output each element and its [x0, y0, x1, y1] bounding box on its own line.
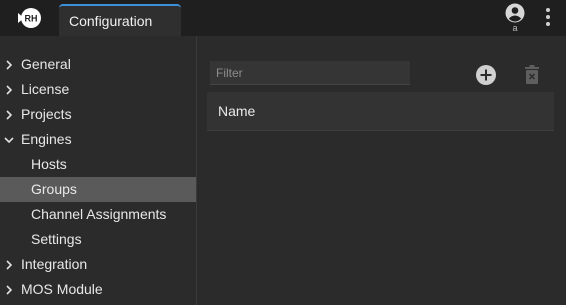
sidebar-nav: General License Projects Engines Hosts G… — [0, 36, 197, 305]
delete-group-button[interactable] — [523, 64, 541, 86]
top-bar: RH Configuration a — [0, 0, 566, 36]
user-initial: a — [512, 23, 518, 33]
add-group-button[interactable] — [475, 64, 497, 86]
logo-icon: RH — [18, 8, 41, 28]
sidebar-item-label: Projects — [21, 106, 72, 122]
sidebar-item-label: Groups — [31, 181, 77, 197]
sidebar-item-label: General — [21, 56, 71, 72]
chevron-right-icon — [6, 110, 13, 120]
column-header-name[interactable]: Name — [218, 103, 255, 119]
sidebar-item-label: Hosts — [31, 156, 67, 172]
sidebar-item-label: Channel Assignments — [31, 206, 167, 222]
sidebar-item-projects[interactable]: Projects — [0, 102, 196, 127]
sidebar-item-label: License — [21, 81, 70, 97]
chevron-right-icon — [6, 285, 13, 295]
tab-configuration-label: Configuration — [69, 13, 153, 29]
sidebar-item-label: MOS Module — [21, 281, 103, 297]
sidebar-item-label: Integration — [21, 256, 88, 272]
sidebar-item-label: Settings — [31, 231, 82, 247]
sidebar-item-license[interactable]: License — [0, 77, 196, 102]
chevron-down-icon — [4, 137, 14, 144]
logo-text: RH — [25, 14, 38, 24]
kebab-menu-icon[interactable] — [540, 6, 556, 28]
user-menu[interactable]: a — [505, 3, 525, 33]
sidebar-item-label: Engines — [21, 131, 72, 147]
tab-configuration[interactable]: Configuration — [59, 4, 181, 36]
sidebar-item-channel-assignments[interactable]: Channel Assignments — [0, 202, 196, 227]
sidebar-item-hosts[interactable]: Hosts — [0, 152, 196, 177]
chevron-right-icon — [6, 85, 13, 95]
sidebar-item-mos-module[interactable]: MOS Module — [0, 277, 196, 302]
sidebar-item-integration[interactable]: Integration — [0, 252, 196, 277]
filter-input[interactable] — [210, 61, 410, 85]
table-header: Name — [207, 92, 554, 131]
chevron-right-icon — [6, 260, 13, 270]
chevron-right-icon — [6, 60, 13, 70]
sidebar-item-engines[interactable]: Engines — [0, 127, 196, 152]
sidebar-item-settings[interactable]: Settings — [0, 227, 196, 252]
account-circle-icon — [505, 3, 525, 23]
main-panel: Name — [197, 36, 566, 305]
sidebar-item-general[interactable]: General — [0, 52, 196, 77]
sidebar-item-groups[interactable]: Groups — [0, 177, 196, 202]
